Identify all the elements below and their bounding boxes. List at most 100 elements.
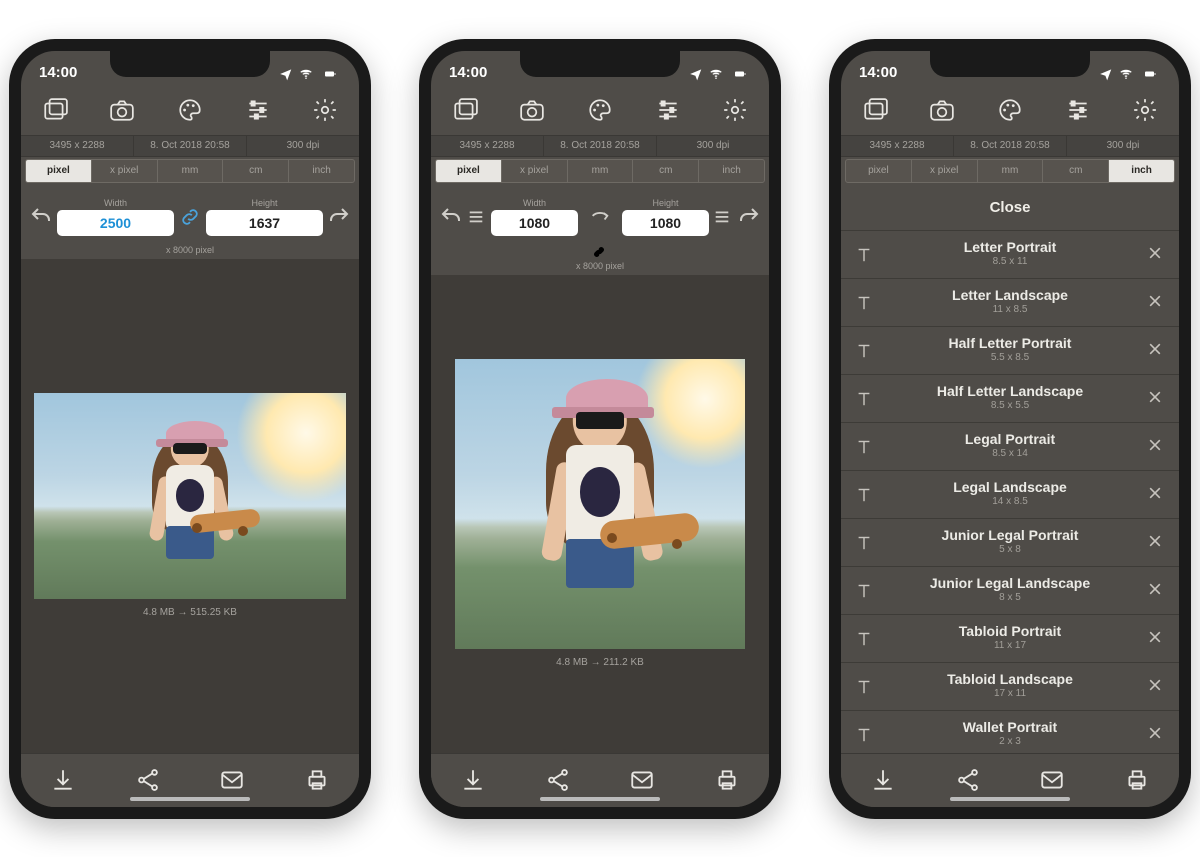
preset-row[interactable]: Half Letter Portrait5.5 x 8.5 [841,327,1179,375]
dimension-row: Width 2500 Height 1637 [21,189,359,245]
camera-icon[interactable] [108,96,136,124]
unit-tab-pixel[interactable]: pixel [26,160,92,182]
gallery-icon[interactable] [41,96,69,124]
settings-icon[interactable] [721,96,749,124]
mail-icon[interactable] [1037,765,1067,795]
share-icon[interactable] [133,765,163,795]
preset-row[interactable]: Tabloid Landscape17 x 11 [841,663,1179,711]
presets-left-icon[interactable] [467,207,487,227]
unit-tab-xpixel[interactable]: x pixel [92,160,158,182]
delete-preset-icon[interactable] [1147,533,1165,551]
presets-right-icon[interactable] [713,207,733,227]
delete-preset-icon[interactable] [1147,581,1165,599]
top-toolbar [21,85,359,135]
undo-button[interactable] [29,205,53,229]
preset-row[interactable]: Legal Landscape14 x 8.5 [841,471,1179,519]
preset-row[interactable]: Wallet Portrait2 x 3 [841,711,1179,753]
delete-preset-icon[interactable] [1147,437,1165,455]
unit-tab-xpixel[interactable]: x pixel [912,160,978,182]
unit-tab-pixel[interactable]: pixel [436,160,502,182]
preset-row[interactable]: Half Letter Landscape8.5 x 5.5 [841,375,1179,423]
download-icon[interactable] [458,765,488,795]
width-input[interactable]: 1080 [491,210,578,236]
battery-icon [1139,68,1161,80]
preset-row[interactable]: Letter Portrait8.5 x 11 [841,231,1179,279]
battery-icon [319,68,341,80]
preset-name: Wallet Portrait [887,720,1133,735]
settings-icon[interactable] [311,96,339,124]
preset-dimensions: 17 x 11 [887,688,1133,700]
delete-preset-icon[interactable] [1147,341,1165,359]
unit-tab-pixel[interactable]: pixel [846,160,912,182]
link-aspect-icon[interactable] [591,244,609,262]
share-icon[interactable] [543,765,573,795]
home-indicator [130,797,250,801]
mail-icon[interactable] [627,765,657,795]
info-resolution: 3495 x 2288 [21,136,134,156]
dimension-row: Width 1080 Height 1080 [431,189,769,245]
print-icon[interactable] [302,765,332,795]
text-format-icon [855,485,873,503]
unit-tab-cm[interactable]: cm [633,160,699,182]
download-icon[interactable] [868,765,898,795]
preset-row[interactable]: Letter Landscape11 x 8.5 [841,279,1179,327]
preset-row[interactable]: Legal Portrait8.5 x 14 [841,423,1179,471]
gallery-icon[interactable] [861,96,889,124]
mail-icon[interactable] [217,765,247,795]
download-icon[interactable] [48,765,78,795]
sliders-icon[interactable] [1064,96,1092,124]
unit-tab-inch[interactable]: inch [1109,160,1174,182]
preset-dimensions: 11 x 8.5 [887,304,1133,316]
palette-icon[interactable] [176,96,204,124]
info-date: 8. Oct 2018 20:58 [134,136,247,156]
width-input[interactable]: 2500 [57,210,174,236]
preset-row[interactable]: Tabloid Portrait11 x 17 [841,615,1179,663]
share-icon[interactable] [953,765,983,795]
sliders-icon[interactable] [654,96,682,124]
close-presets-button[interactable]: Close [841,185,1179,231]
phone-3: 14:00 3495 x 2288 8. Oct 2018 20:58 300 … [829,39,1191,819]
print-icon[interactable] [712,765,742,795]
swap-dimensions-icon[interactable] [582,203,618,230]
delete-preset-icon[interactable] [1147,389,1165,407]
preset-dimensions: 14 x 8.5 [887,496,1133,508]
unit-tab-mm[interactable]: mm [978,160,1044,182]
delete-preset-icon[interactable] [1147,725,1165,743]
unit-tab-cm[interactable]: cm [223,160,289,182]
unit-tab-cm[interactable]: cm [1043,160,1109,182]
unit-tab-mm[interactable]: mm [568,160,634,182]
delete-preset-icon[interactable] [1147,245,1165,263]
preset-name: Tabloid Portrait [887,624,1133,639]
redo-button[interactable] [327,205,351,229]
gallery-icon[interactable] [451,96,479,124]
unit-tab-xpixel[interactable]: x pixel [502,160,568,182]
preset-row[interactable]: Junior Legal Portrait5 x 8 [841,519,1179,567]
undo-button[interactable] [439,205,463,229]
preset-name: Tabloid Landscape [887,672,1133,687]
unit-tabs: pixel x pixel mm cm inch [845,159,1175,183]
camera-icon[interactable] [928,96,956,124]
delete-preset-icon[interactable] [1147,485,1165,503]
wifi-icon [708,67,724,81]
unit-tab-inch[interactable]: inch [699,160,764,182]
delete-preset-icon[interactable] [1147,677,1165,695]
palette-icon[interactable] [586,96,614,124]
palette-icon[interactable] [996,96,1024,124]
unit-tab-inch[interactable]: inch [289,160,354,182]
height-input[interactable]: 1637 [206,210,323,236]
settings-icon[interactable] [1131,96,1159,124]
height-input[interactable]: 1080 [622,210,709,236]
delete-preset-icon[interactable] [1147,293,1165,311]
airplane-mode-icon [1099,67,1113,81]
camera-icon[interactable] [518,96,546,124]
print-icon[interactable] [1122,765,1152,795]
preview-image [34,393,346,599]
redo-button[interactable] [737,205,761,229]
info-date: 8. Oct 2018 20:58 [544,136,657,156]
preset-dimensions: 8.5 x 11 [887,256,1133,268]
sliders-icon[interactable] [244,96,272,124]
link-aspect-icon[interactable] [178,205,202,229]
unit-tab-mm[interactable]: mm [158,160,224,182]
preset-row[interactable]: Junior Legal Landscape8 x 5 [841,567,1179,615]
delete-preset-icon[interactable] [1147,629,1165,647]
